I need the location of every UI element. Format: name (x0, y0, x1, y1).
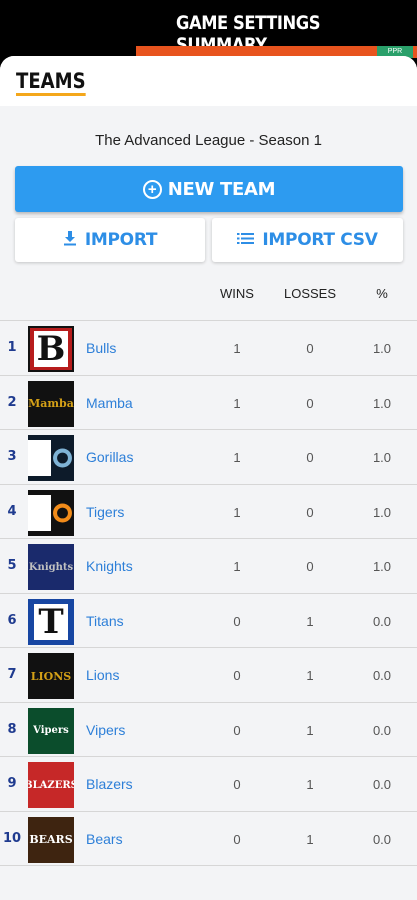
team-rank: 10 (2, 830, 22, 846)
sheet-header: TEAMS (0, 56, 417, 106)
list-icon (237, 232, 255, 248)
team-pct: 0.0 (372, 613, 392, 629)
new-team-label: NEW TEAM (167, 178, 276, 200)
team-logo: Vipers (28, 707, 74, 754)
team-logo-text: B (34, 331, 68, 367)
team-losses: 0 (306, 395, 314, 411)
column-header-pct[interactable]: % (368, 286, 396, 301)
team-pct: 0.0 (372, 722, 392, 738)
team-pct: 1.0 (372, 559, 392, 574)
team-mascot-icon (53, 448, 72, 468)
team-losses: 0 (306, 450, 314, 465)
league-name: The Advanced League - Season 1 (95, 132, 322, 149)
team-rank: 7 (7, 667, 17, 682)
team-logo-text: Vipers (33, 725, 69, 736)
team-name-link[interactable]: Bears (86, 831, 123, 847)
plus-circle-icon: + (142, 179, 162, 199)
team-logo-text (28, 440, 51, 476)
team-losses: 1 (306, 777, 314, 792)
team-rank: 1 (7, 340, 17, 355)
team-losses: 0 (306, 559, 314, 574)
team-wins: 0 (233, 613, 241, 629)
team-name-link[interactable]: Bulls (86, 340, 116, 356)
team-pct: 1.0 (372, 341, 392, 356)
team-logo-text: Knights (28, 561, 74, 573)
team-rank: 2 (7, 394, 17, 410)
team-losses: 1 (306, 831, 314, 847)
table-row[interactable]: 8 Vipers Vipers 0 1 0.0 (0, 702, 417, 757)
team-wins: 1 (233, 559, 241, 574)
team-logo: Mamba (28, 380, 74, 427)
team-pct: 1.0 (372, 504, 392, 520)
table-row[interactable]: 6 T Titans 0 1 0.0 (0, 593, 417, 648)
team-logo: BEARS (28, 816, 74, 863)
team-losses: 0 (306, 341, 314, 356)
team-name-link[interactable]: Gorillas (86, 449, 133, 465)
team-losses: 1 (306, 668, 314, 683)
team-name-link[interactable]: Mamba (86, 395, 133, 411)
team-logo: B (28, 326, 74, 372)
table-row[interactable]: 9 BLAZERS Blazers 0 1 0.0 (0, 757, 417, 812)
team-mascot-icon (53, 503, 72, 522)
team-wins: 0 (233, 722, 241, 738)
team-pct: 0.0 (372, 668, 392, 683)
team-rank: 4 (7, 503, 17, 519)
table-row[interactable]: 4 Tigers 1 0 1.0 (0, 484, 417, 539)
team-name-link[interactable]: Knights (86, 558, 133, 574)
sheet-title: TEAMS (16, 70, 86, 96)
team-wins: 0 (233, 777, 241, 792)
team-logo (28, 489, 74, 536)
column-header-losses[interactable]: LOSSES (280, 286, 340, 301)
table-row[interactable]: 5 Knights Knights 1 0 1.0 (0, 539, 417, 594)
team-rank: 3 (7, 449, 17, 464)
team-wins: 0 (233, 831, 241, 847)
team-logo-text (28, 494, 51, 531)
teams-sheet: TEAMS The Advanced League - Season 1 + N… (0, 56, 417, 900)
team-rank: 6 (7, 612, 17, 628)
import-button[interactable]: IMPORT (15, 218, 205, 262)
team-pct: 0.0 (372, 831, 392, 847)
table-row[interactable]: 2 Mamba Mamba 1 0 1.0 (0, 375, 417, 430)
table-row[interactable]: 3 Gorillas 1 0 1.0 (0, 430, 417, 485)
import-csv-label: IMPORT CSV (262, 230, 378, 250)
team-logo-text: BEARS (29, 833, 73, 846)
team-pct: 0.0 (372, 777, 392, 792)
team-name-link[interactable]: Titans (86, 613, 124, 629)
team-losses: 1 (306, 613, 314, 629)
team-rank: 5 (7, 558, 17, 573)
team-name-link[interactable]: Vipers (86, 722, 125, 738)
team-logo (28, 435, 74, 481)
teams-table: 1 B Bulls 1 0 1.0 2 Mamba Mamba 1 0 1.0 3 Gorillas 1 0 1… (0, 320, 417, 866)
team-rank: 8 (7, 721, 17, 737)
table-row[interactable]: 7 LIONS Lions 0 1 0.0 (0, 648, 417, 703)
team-pct: 1.0 (372, 395, 392, 411)
team-rank: 9 (7, 776, 17, 791)
team-name-link[interactable]: Tigers (86, 504, 124, 520)
team-losses: 0 (306, 504, 314, 520)
team-logo: BLAZERS (28, 762, 74, 808)
team-logo: T (28, 598, 74, 645)
team-wins: 1 (233, 341, 241, 356)
team-pct: 1.0 (372, 450, 392, 465)
team-wins: 0 (233, 668, 241, 683)
import-csv-button[interactable]: IMPORT CSV (212, 218, 403, 262)
team-logo-text: LIONS (30, 669, 72, 683)
team-logo-text: Mamba (28, 397, 74, 410)
new-team-button[interactable]: + NEW TEAM (15, 166, 403, 212)
table-row[interactable]: 1 B Bulls 1 0 1.0 (0, 321, 417, 376)
import-label: IMPORT (84, 230, 158, 250)
table-row[interactable]: 10 BEARS Bears 0 1 0.0 (0, 811, 417, 866)
download-icon (63, 231, 77, 249)
column-header-wins[interactable]: WINS (214, 286, 260, 301)
team-name-link[interactable]: Lions (86, 667, 119, 683)
team-wins: 1 (233, 504, 241, 520)
team-logo-text: T (34, 603, 68, 640)
team-logo: LIONS (28, 653, 74, 699)
team-name-link[interactable]: Blazers (86, 776, 133, 792)
team-wins: 1 (233, 395, 241, 411)
team-logo: Knights (28, 544, 74, 590)
team-losses: 1 (306, 722, 314, 738)
team-wins: 1 (233, 450, 241, 465)
team-logo-text: BLAZERS (28, 779, 74, 791)
